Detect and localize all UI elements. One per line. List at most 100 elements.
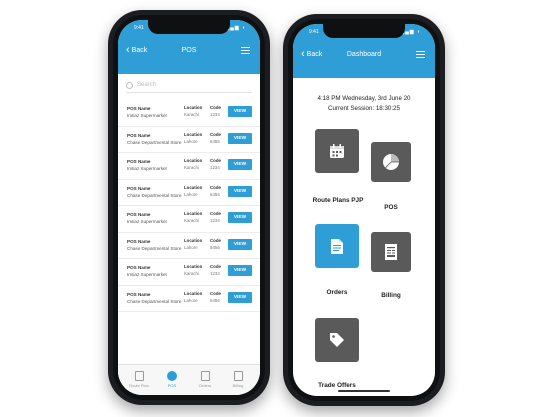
view-button[interactable]: VIEW <box>228 291 252 303</box>
pos-name-value: Imtiaz Supermarket <box>127 166 167 171</box>
pos-name-label: POS Name <box>127 265 151 270</box>
view-button[interactable]: VIEW <box>228 238 252 250</box>
pos-label: POS <box>384 204 398 211</box>
pos-code: Code 1234 <box>210 210 221 224</box>
view-button[interactable]: VIEW <box>228 132 252 144</box>
location-label: Location <box>184 158 203 163</box>
route-plans-label: Route Plans PJP <box>312 197 364 204</box>
pos-screen: 9:41 ▂▄▆ ◗ ‹ Back POS Search POS Name Imt… <box>118 20 260 395</box>
pos-name: POS Name Imtiaz Supermarket <box>127 211 167 225</box>
code-value: 1234 <box>210 112 220 117</box>
document-icon <box>200 371 210 381</box>
session-text: Current Session: 18:30:25 <box>328 105 400 112</box>
tab-billing[interactable]: Billing <box>223 371 253 388</box>
tab-pos[interactable]: POS <box>157 371 187 388</box>
status-time: 9:41 <box>309 29 319 35</box>
view-button[interactable]: VIEW <box>228 185 252 197</box>
location-label: Location <box>184 105 203 110</box>
orders-tile[interactable] <box>315 224 359 268</box>
pos-location: Location Lahore <box>184 131 202 145</box>
pos-name: POS Name Chase Departmental Store <box>127 291 181 305</box>
code-value: 6456 <box>210 297 220 303</box>
page-title: POS <box>181 47 197 54</box>
tag-icon <box>330 333 344 347</box>
tab-orders[interactable]: Orders <box>190 371 220 388</box>
bill-icon <box>385 244 397 260</box>
pos-name-value: Chase Departmental Store <box>127 245 182 251</box>
tab-bar: Route Plan POS Orders Billing <box>118 364 260 395</box>
pos-name: POS Name Imtiaz Supermarket <box>127 264 167 278</box>
tab-route-plan[interactable]: Route Plan <box>124 371 154 388</box>
pos-code: Code 6456 <box>210 184 221 198</box>
view-button[interactable]: VIEW <box>228 265 252 276</box>
pos-location: Location Karachi <box>184 263 202 277</box>
pos-location: Location Karachi <box>184 157 202 171</box>
pos-code: Code 1234 <box>210 263 221 277</box>
route-plans-tile[interactable] <box>315 129 359 173</box>
pos-location: Location Lahore <box>184 184 202 198</box>
pos-name: POS Name Imtiaz Supermarket <box>127 105 167 119</box>
trade-offers-tile[interactable] <box>315 318 359 362</box>
pos-location: Location Lahore <box>184 290 202 304</box>
code-value: 1234 <box>210 218 220 223</box>
pos-name-value: Chase Departmental Store <box>127 192 182 198</box>
dashboard-screen: 9:41 ▂▄▆ ◗ ‹ Back Dashboard 4:18 PM Wedn… <box>293 24 435 396</box>
view-button[interactable]: VIEW <box>228 159 252 170</box>
location-label: Location <box>184 211 203 216</box>
pos-name-label: POS Name <box>127 132 151 138</box>
location-value: Lahore <box>184 191 198 197</box>
location-value: Lahore <box>184 297 198 303</box>
menu-icon[interactable] <box>241 45 250 56</box>
pos-code: Code 6456 <box>210 237 221 251</box>
document-icon <box>331 238 343 254</box>
location-label: Location <box>184 184 203 190</box>
search-input[interactable]: Search <box>126 78 252 93</box>
menu-icon[interactable] <box>416 49 425 60</box>
pos-name: POS Name Chase Departmental Store <box>127 185 181 199</box>
location-label: Location <box>184 237 203 243</box>
pos-name-label: POS Name <box>127 291 151 297</box>
location-label: Location <box>184 290 203 296</box>
code-label: Code <box>210 105 221 110</box>
code-label: Code <box>210 131 221 137</box>
list-item: POS Name Imtiaz Supermarket Location Karach… <box>118 153 260 180</box>
code-label: Code <box>210 158 221 163</box>
view-button[interactable]: VIEW <box>228 212 252 223</box>
list-item: POS Name Chase Departmental Store Location… <box>118 233 260 259</box>
list-item: POS Name Imtiaz Supermarket Location Karach… <box>118 206 260 233</box>
dashboard-phone: 9:41 ▂▄▆ ◗ ‹ Back Dashboard 4:18 PM Wedn… <box>283 14 445 406</box>
pos-name-label: POS Name <box>127 106 151 111</box>
list-item: POS Name Chase Departmental Store Location… <box>118 127 260 153</box>
pos-name-value: Chase Departmental Store <box>127 139 182 145</box>
tab-label: Orders <box>198 383 212 388</box>
pos-name-value: Imtiaz Supermarket <box>127 113 167 118</box>
location-label: Location <box>184 264 203 269</box>
pos-name-value: Imtiaz Supermarket <box>127 219 167 224</box>
tab-label: Route Plan <box>129 383 149 388</box>
location-value: Karachi <box>184 271 199 276</box>
pos-name-value: Chase Departmental Store <box>127 298 182 304</box>
location-value: Lahore <box>184 244 198 250</box>
pos-name-label: POS Name <box>127 185 151 191</box>
trade-offers-label: Trade Offers <box>318 382 356 389</box>
location-value: Karachi <box>184 165 199 170</box>
pos-name: POS Name Chase Departmental Store <box>127 238 181 252</box>
pos-tile[interactable] <box>371 142 411 182</box>
code-label: Code <box>210 237 221 243</box>
code-value: 6456 <box>210 191 220 197</box>
pos-code: Code 1234 <box>210 104 221 118</box>
session-info: 4:18 PM Wednesday, 3rd June 20 Current S… <box>293 94 435 114</box>
billing-tile[interactable] <box>371 232 411 272</box>
orders-label: Orders <box>326 289 348 296</box>
code-label: Code <box>210 211 221 216</box>
calendar-icon <box>330 144 344 158</box>
search-placeholder: Search <box>137 82 157 88</box>
code-value: 1234 <box>210 271 220 276</box>
view-button[interactable]: VIEW <box>228 106 252 117</box>
pie-chart-icon <box>167 371 177 381</box>
list-item: POS Name Chase Departmental Store Location… <box>118 286 260 312</box>
list-item: POS Name Imtiaz Supermarket Location Karach… <box>118 259 260 286</box>
pos-name: POS Name Imtiaz Supermarket <box>127 158 167 172</box>
list-item: POS Name Imtiaz Supermarket Location Karach… <box>118 100 260 127</box>
location-label: Location <box>184 131 203 137</box>
